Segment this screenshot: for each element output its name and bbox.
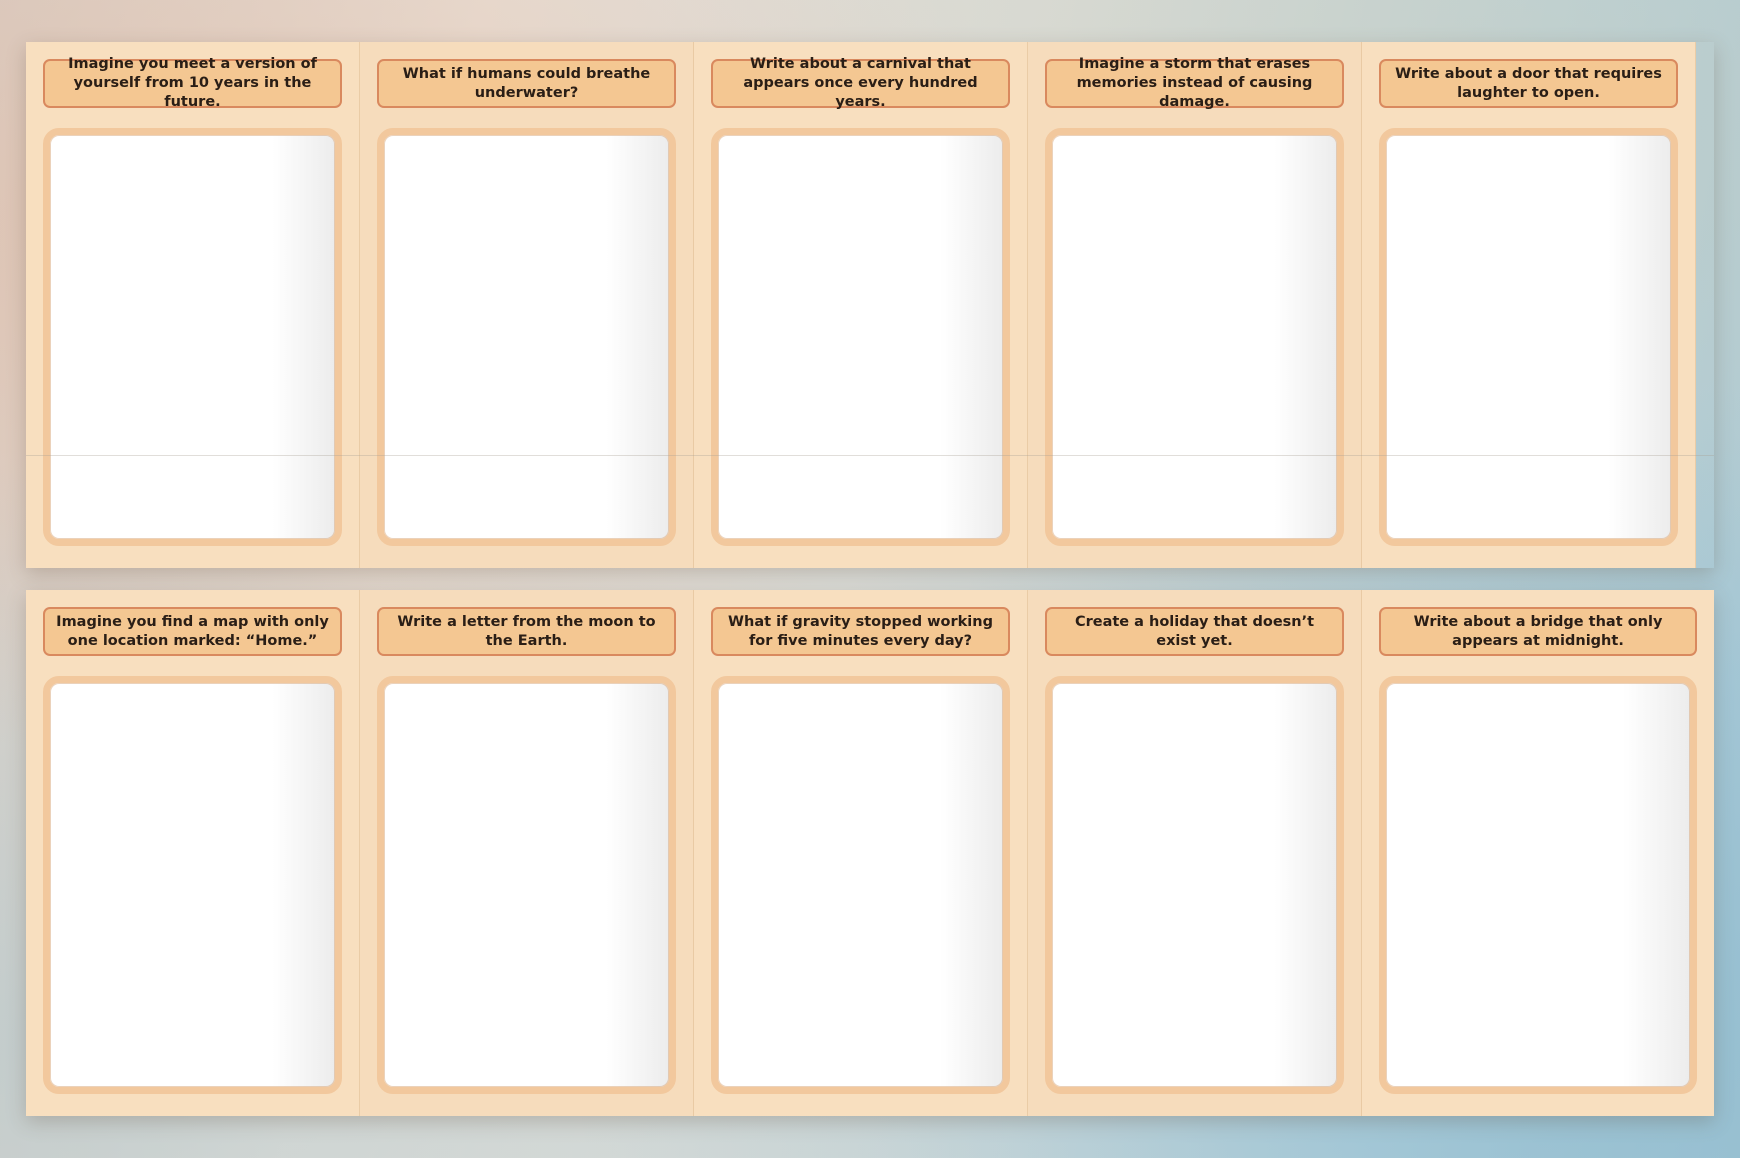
writing-box xyxy=(1045,676,1344,1094)
prompt-label: Create a holiday that doesn’t exist yet. xyxy=(1045,607,1344,656)
writing-box xyxy=(711,128,1010,546)
prompt-label: Write about a door that requires laughte… xyxy=(1379,59,1678,108)
prompt-card: What if gravity stopped working for five… xyxy=(694,590,1028,1116)
prompt-card: What if humans could breathe underwater? xyxy=(360,42,694,568)
prompt-label: Write about a bridge that only appears a… xyxy=(1379,607,1697,656)
writing-box xyxy=(711,676,1010,1094)
prompt-label: Write about a carnival that appears once… xyxy=(711,56,1010,110)
prompt-card: Write about a bridge that only appears a… xyxy=(1362,590,1714,1116)
prompt-card: Write a letter from the moon to the Eart… xyxy=(360,590,694,1116)
prompt-card: Create a holiday that doesn’t exist yet. xyxy=(1028,590,1362,1116)
prompt-label: What if gravity stopped working for five… xyxy=(711,607,1010,656)
card-sheet-bottom: Imagine you find a map with only one loc… xyxy=(26,590,1714,1116)
prompt-label: Write a letter from the moon to the Eart… xyxy=(377,607,676,656)
card-sheet-top: Imagine you meet a version of yourself f… xyxy=(26,42,1714,568)
prompt-label: What if humans could breathe underwater? xyxy=(377,59,676,108)
prompt-label: Imagine you meet a version of yourself f… xyxy=(43,56,342,110)
writing-box xyxy=(43,128,342,546)
writing-box xyxy=(1379,128,1678,546)
prompt-card: Write about a door that requires laughte… xyxy=(1362,42,1696,568)
writing-box xyxy=(1379,676,1697,1094)
prompt-card: Imagine you meet a version of yourself f… xyxy=(26,42,360,568)
writing-box xyxy=(377,128,676,546)
prompt-card: Imagine a storm that erases memories ins… xyxy=(1028,42,1362,568)
writing-box xyxy=(1045,128,1344,546)
writing-box xyxy=(43,676,342,1094)
prompt-label: Imagine a storm that erases memories ins… xyxy=(1045,56,1344,110)
prompt-label: Imagine you find a map with only one loc… xyxy=(43,607,342,656)
prompt-card: Write about a carnival that appears once… xyxy=(694,42,1028,568)
writing-box xyxy=(377,676,676,1094)
prompt-card: Imagine you find a map with only one loc… xyxy=(26,590,360,1116)
